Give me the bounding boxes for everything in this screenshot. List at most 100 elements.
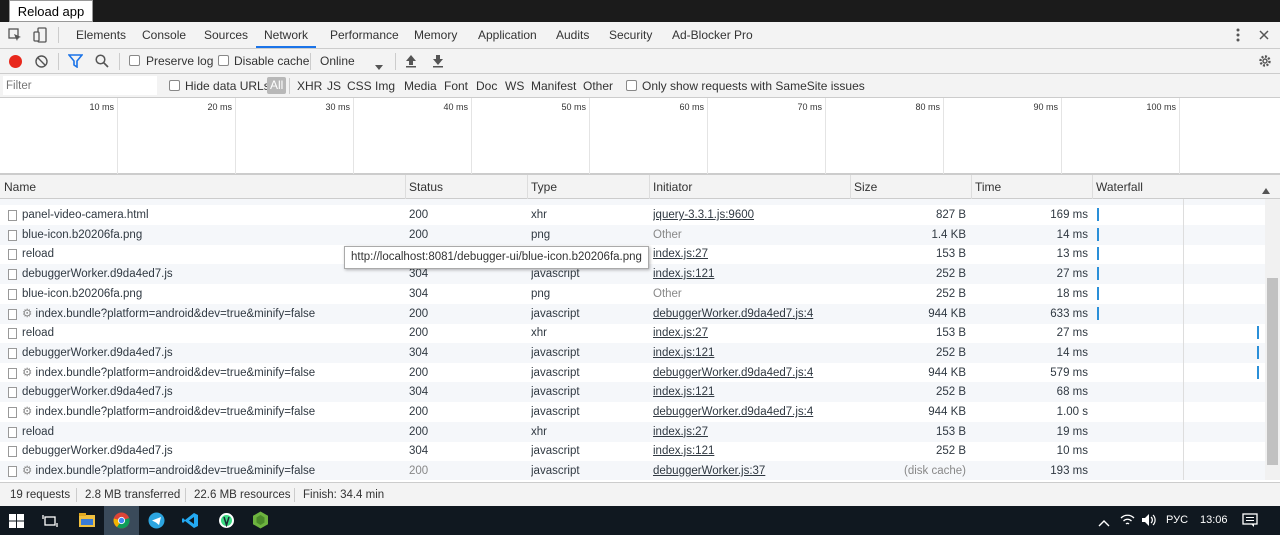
column-header-initiator[interactable]: Initiator — [649, 175, 850, 199]
column-header-size[interactable]: Size — [850, 175, 971, 199]
request-initiator[interactable]: index.js:121 — [653, 343, 848, 363]
table-row[interactable]: debuggerWorker.d9da4ed7.js 304 javascript i… — [0, 441, 1265, 461]
table-row[interactable]: ⚙ index.bundle?platform=android&dev=true… — [0, 363, 1265, 383]
table-row[interactable]: blue-icon.b20206fa.png 304 png Other 252 B 18… — [0, 284, 1265, 304]
notification-center-icon[interactable] — [1242, 513, 1258, 528]
sort-ascending-icon[interactable] — [1262, 183, 1270, 194]
settings-gear-icon[interactable] — [1258, 54, 1272, 68]
chrome-icon[interactable] — [113, 512, 130, 529]
type-filter-other[interactable]: Other — [583, 74, 613, 98]
tab-security[interactable]: Security — [609, 22, 652, 48]
request-initiator[interactable]: index.js:27 — [653, 244, 848, 264]
export-har-icon[interactable] — [432, 54, 444, 68]
request-initiator[interactable]: debuggerWorker.d9da4ed7.js:4 — [653, 304, 848, 324]
request-initiator[interactable]: debuggerWorker.d9da4ed7.js:4 — [653, 363, 848, 383]
request-name[interactable]: debuggerWorker.d9da4ed7.js — [22, 382, 402, 402]
request-initiator[interactable]: index.js:121 — [653, 264, 848, 284]
filter-input[interactable] — [3, 76, 157, 95]
request-name[interactable]: ⚙ index.bundle?platform=android&dev=true… — [22, 304, 402, 324]
type-filter-all[interactable]: All — [267, 77, 287, 94]
reload-app-button[interactable]: Reload app — [9, 0, 93, 22]
more-options-icon[interactable] — [1234, 28, 1242, 42]
request-name[interactable]: ⚙ index.bundle?platform=android&dev=true… — [22, 363, 402, 383]
type-filter-js[interactable]: JS — [327, 74, 341, 98]
throttling-select[interactable]: Online — [320, 49, 355, 73]
request-initiator[interactable]: index.js:27 — [653, 422, 848, 442]
preserve-log-checkbox[interactable] — [129, 55, 140, 66]
node-icon[interactable] — [252, 511, 269, 529]
table-row[interactable]: panel-video-camera.html 200 xhr jquery-3.3.… — [0, 205, 1265, 225]
table-row[interactable]: reload 200 xhr index.js:27 153 B 19 ms — [0, 421, 1265, 442]
tab-audits[interactable]: Audits — [556, 22, 589, 48]
table-row[interactable]: ⚙ index.bundle?platform=android&dev=true… — [0, 461, 1265, 480]
type-filter-css[interactable]: CSS — [347, 74, 372, 98]
request-initiator[interactable]: debuggerWorker.d9da4ed7.js:4 — [653, 402, 848, 422]
column-header-name[interactable]: Name — [0, 175, 405, 199]
table-row[interactable]: ⚙ index.bundle?platform=android&dev=true… — [0, 402, 1265, 422]
type-filter-ws[interactable]: WS — [505, 74, 524, 98]
type-filter-font[interactable]: Font — [444, 74, 468, 98]
timeline-overview[interactable]: 10 ms 20 ms 30 ms 40 ms 50 ms 60 ms 70 ms 80 ms… — [0, 98, 1280, 174]
type-filter-img[interactable]: Img — [375, 74, 395, 98]
telegram-icon[interactable] — [148, 512, 165, 529]
column-header-time[interactable]: Time — [971, 175, 1092, 199]
request-name[interactable]: debuggerWorker.d9da4ed7.js — [22, 343, 402, 363]
request-name[interactable]: blue-icon.b20206fa.png — [22, 284, 402, 304]
request-initiator[interactable]: index.js:27 — [653, 323, 848, 343]
request-initiator[interactable]: jquery-3.3.1.js:9600 — [653, 205, 848, 225]
type-filter-doc[interactable]: Doc — [476, 74, 497, 98]
type-filter-xhr[interactable]: XHR — [297, 74, 322, 98]
request-initiator[interactable]: debuggerWorker.js:37 — [653, 461, 848, 480]
inspect-element-icon[interactable] — [8, 28, 22, 42]
tab-console[interactable]: Console — [142, 22, 186, 48]
tab-network[interactable]: Network — [256, 22, 317, 48]
column-header-waterfall[interactable]: Waterfall — [1092, 175, 1252, 199]
close-devtools-icon[interactable] — [1258, 29, 1270, 41]
table-row[interactable]: debuggerWorker.d9da4ed7.js 304 javascript i… — [0, 382, 1265, 403]
clear-icon[interactable] — [35, 55, 48, 68]
windows-start-icon[interactable] — [9, 514, 24, 528]
column-header-type[interactable]: Type — [527, 175, 649, 199]
type-filter-manifest[interactable]: Manifest — [531, 74, 576, 98]
input-language[interactable]: РУС — [1166, 506, 1188, 535]
request-name[interactable]: ⚙ index.bundle?platform=android&dev=true… — [22, 402, 402, 422]
tab-ad-blocker-pro[interactable]: Ad-Blocker Pro — [672, 22, 753, 48]
tab-performance[interactable]: Performance — [330, 22, 399, 48]
search-icon[interactable] — [95, 54, 109, 68]
chevron-down-icon[interactable] — [375, 59, 383, 70]
request-initiator[interactable]: index.js:121 — [653, 382, 848, 402]
tab-application[interactable]: Application — [478, 22, 537, 48]
clock[interactable]: 13:06 — [1200, 506, 1228, 535]
task-view-icon[interactable] — [42, 514, 58, 528]
file-explorer-icon[interactable] — [79, 512, 95, 528]
volume-icon[interactable] — [1141, 513, 1157, 527]
chevron-up-icon[interactable] — [1098, 516, 1110, 527]
column-header-status[interactable]: Status — [405, 175, 527, 199]
disable-cache-checkbox[interactable] — [218, 55, 229, 66]
table-row[interactable]: debuggerWorker.d9da4ed7.js 304 javascript i… — [0, 342, 1265, 363]
device-toolbar-icon[interactable] — [33, 27, 47, 43]
request-name[interactable]: blue-icon.b20206fa.png — [22, 225, 402, 245]
table-row[interactable]: ⚙ index.bundle?platform=android&dev=true… — [0, 303, 1265, 324]
filter-icon[interactable] — [67, 54, 84, 69]
table-row[interactable]: reload 200 xhr index.js:27 153 B 27 ms — [0, 323, 1265, 343]
import-har-icon[interactable] — [405, 54, 417, 68]
samesite-checkbox[interactable] — [626, 80, 637, 91]
request-name[interactable]: reload — [22, 422, 402, 442]
table-row[interactable]: blue-icon.b20206fa.png 200 png Other 1.4 KB 1… — [0, 224, 1265, 245]
tab-sources[interactable]: Sources — [204, 22, 248, 48]
request-name[interactable]: panel-video-camera.html — [22, 205, 402, 225]
request-name[interactable]: ⚙ index.bundle?platform=android&dev=true… — [22, 461, 402, 480]
tab-memory[interactable]: Memory — [414, 22, 457, 48]
scrollbar-thumb[interactable] — [1267, 278, 1278, 465]
request-initiator[interactable]: index.js:121 — [653, 441, 848, 461]
type-filter-media[interactable]: Media — [404, 74, 437, 98]
hide-data-urls-checkbox[interactable] — [169, 80, 180, 91]
wifi-icon[interactable] — [1120, 513, 1135, 527]
vscode-icon[interactable] — [182, 512, 199, 529]
request-name[interactable]: debuggerWorker.d9da4ed7.js — [22, 441, 402, 461]
record-icon[interactable] — [9, 55, 22, 68]
android-studio-icon[interactable] — [218, 512, 235, 529]
tab-elements[interactable]: Elements — [76, 22, 126, 48]
request-name[interactable]: reload — [22, 323, 402, 343]
